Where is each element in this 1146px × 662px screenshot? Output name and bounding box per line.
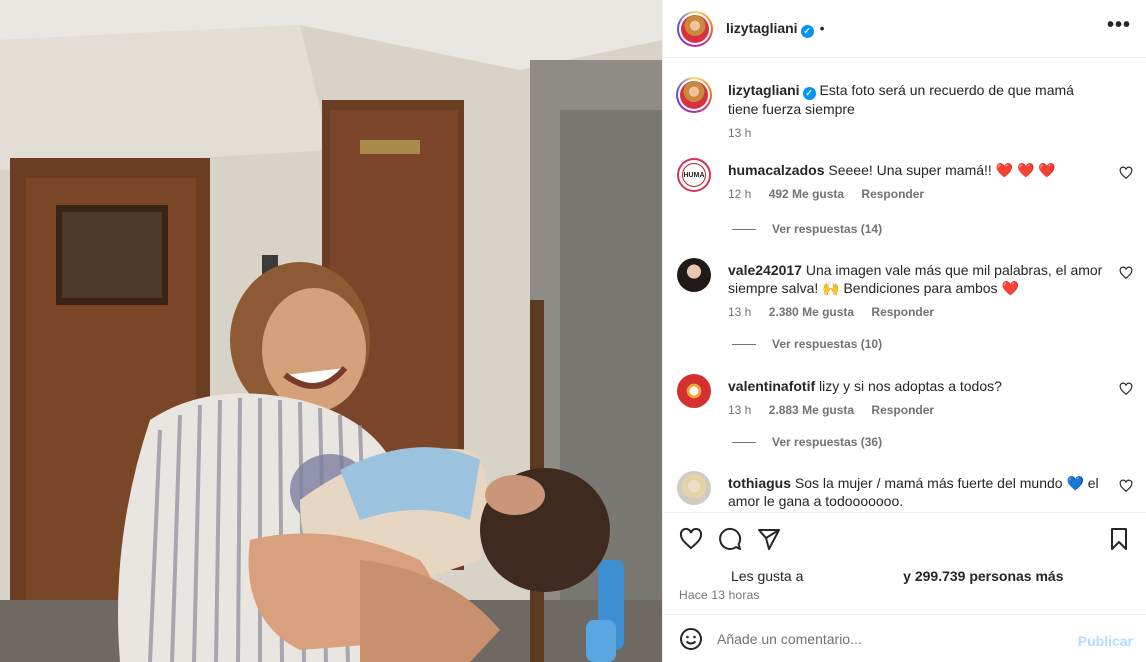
view-replies-button[interactable]: Ver respuestas (14) xyxy=(732,222,882,236)
share-icon[interactable] xyxy=(757,527,781,551)
author-avatar[interactable] xyxy=(677,11,713,47)
view-replies-button[interactable]: Ver respuestas (10) xyxy=(732,337,882,351)
view-replies-button[interactable]: Ver respuestas (36) xyxy=(732,435,882,449)
comment-emoji: ❤️ xyxy=(1001,280,1019,296)
header-author: lizytagliani ✓ • xyxy=(726,20,824,38)
comment-avatar[interactable] xyxy=(677,374,711,408)
comment-username[interactable]: tothiagus xyxy=(728,475,791,491)
comment-avatar[interactable] xyxy=(677,258,711,292)
add-comment-bar: Publicar xyxy=(663,614,1146,662)
view-replies-label: Ver respuestas (10) xyxy=(772,337,883,351)
replies-divider xyxy=(732,229,756,231)
view-replies-label: Ver respuestas (36) xyxy=(772,435,883,449)
post-header: lizytagliani ✓ • ••• xyxy=(663,0,1146,58)
comment-meta: 13 h 2.883 Me gusta Responder xyxy=(728,401,1108,419)
comment-body: valentinafotif lizy y si nos adoptas a t… xyxy=(728,377,1108,419)
reply-button[interactable]: Responder xyxy=(871,305,934,319)
bookmark-icon[interactable] xyxy=(1107,527,1131,551)
comment-likes[interactable]: 2.380 Me gusta xyxy=(769,305,854,319)
comment-time[interactable]: 12 h xyxy=(728,187,751,201)
comment-likes[interactable]: 492 Me gusta xyxy=(769,187,844,201)
heart-icon[interactable] xyxy=(1119,382,1133,396)
comment-body: tothiagus Sos la mujer / mamá más fuerte… xyxy=(728,474,1108,510)
post-timestamp[interactable]: Hace 13 horas xyxy=(679,588,760,602)
reply-button[interactable]: Responder xyxy=(861,187,924,201)
verified-badge-icon: ✓ xyxy=(802,87,816,100)
caption-username[interactable]: lizytagliani xyxy=(728,82,800,98)
verified-badge-icon: ✓ xyxy=(800,25,814,38)
comment-username[interactable]: valentinafotif xyxy=(728,378,815,394)
more-options-icon[interactable]: ••• xyxy=(1107,14,1131,37)
header-separator: • xyxy=(819,20,825,36)
view-replies-label: Ver respuestas (14) xyxy=(772,222,883,236)
replies-divider xyxy=(732,442,756,444)
publish-button[interactable]: Publicar xyxy=(1078,633,1133,649)
likes-count[interactable]: y 299.739 personas más xyxy=(903,568,1063,584)
caption-body: lizytagliani ✓ Esta foto será un recuerdo… xyxy=(728,81,1108,142)
comment-meta: 12 h 492 Me gusta Responder xyxy=(728,185,1108,203)
author-username[interactable]: lizytagliani xyxy=(726,20,798,36)
comment-likes[interactable]: 2.883 Me gusta xyxy=(769,403,854,417)
comment-text: Seeee! Una super mamá!! xyxy=(828,162,992,178)
caption-avatar[interactable] xyxy=(676,77,712,113)
post-actions xyxy=(663,512,1146,564)
likes-summary: Les gusta a y 299.739 personas más xyxy=(731,568,1064,584)
caption-meta: 13 h xyxy=(728,124,1108,142)
comment-avatar-logo: HUMA xyxy=(682,163,706,187)
emoji-icon[interactable] xyxy=(679,627,703,651)
replies-divider xyxy=(732,344,756,346)
heart-icon[interactable] xyxy=(679,527,703,551)
post-photo xyxy=(0,0,662,662)
heart-icon[interactable] xyxy=(1119,266,1133,280)
reply-button[interactable]: Responder xyxy=(871,403,934,417)
comment-body: humacalzados Seeee! Una super mamá!! ❤️ … xyxy=(728,161,1108,203)
comment-icon[interactable] xyxy=(718,527,742,551)
heart-icon[interactable] xyxy=(1119,166,1133,180)
comment-username[interactable]: vale242017 xyxy=(728,262,802,278)
post-details-panel: lizytagliani ✓ • ••• lizytagliani ✓ Esta fo… xyxy=(662,0,1146,662)
comment-avatar[interactable]: HUMA xyxy=(677,158,711,192)
comment-input[interactable] xyxy=(717,629,1047,649)
comment-body: vale242017 Una imagen vale más que mil p… xyxy=(728,261,1108,321)
comment-username[interactable]: humacalzados xyxy=(728,162,824,178)
heart-icon[interactable] xyxy=(1119,479,1133,493)
comment-time[interactable]: 13 h xyxy=(728,403,751,417)
photo-illustration xyxy=(0,0,662,662)
comments-section[interactable]: lizytagliani ✓ Esta foto será un recuerdo… xyxy=(663,58,1146,512)
comment-meta: 13 h 2.380 Me gusta Responder xyxy=(728,303,1108,321)
comment-text: lizy y si nos adoptas a todos? xyxy=(819,378,1002,394)
likes-prefix: Les gusta a xyxy=(731,568,804,584)
comment-avatar[interactable] xyxy=(677,471,711,505)
comment-emoji: ❤️ ❤️ ❤️ xyxy=(995,162,1056,178)
caption-time[interactable]: 13 h xyxy=(728,126,751,140)
comment-time[interactable]: 13 h xyxy=(728,305,751,319)
